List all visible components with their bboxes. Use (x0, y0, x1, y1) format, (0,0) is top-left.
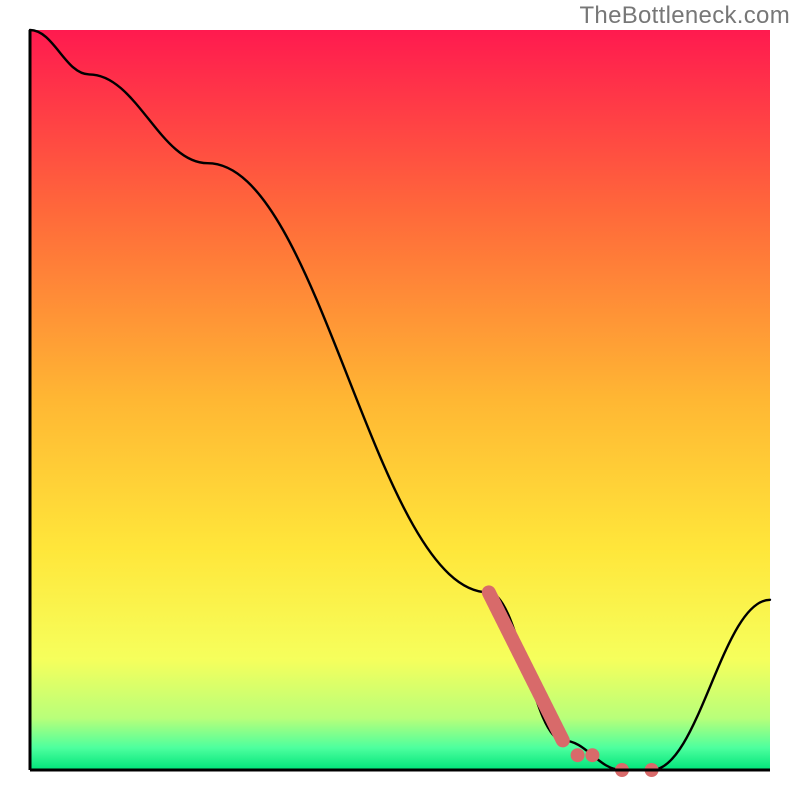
bottleneck-chart (0, 0, 800, 800)
optimal-dot (585, 748, 599, 762)
watermark-text: TheBottleneck.com (579, 2, 790, 30)
plot-background (30, 30, 770, 770)
optimal-dot (571, 748, 585, 762)
chart-frame: TheBottleneck.com (0, 0, 800, 800)
